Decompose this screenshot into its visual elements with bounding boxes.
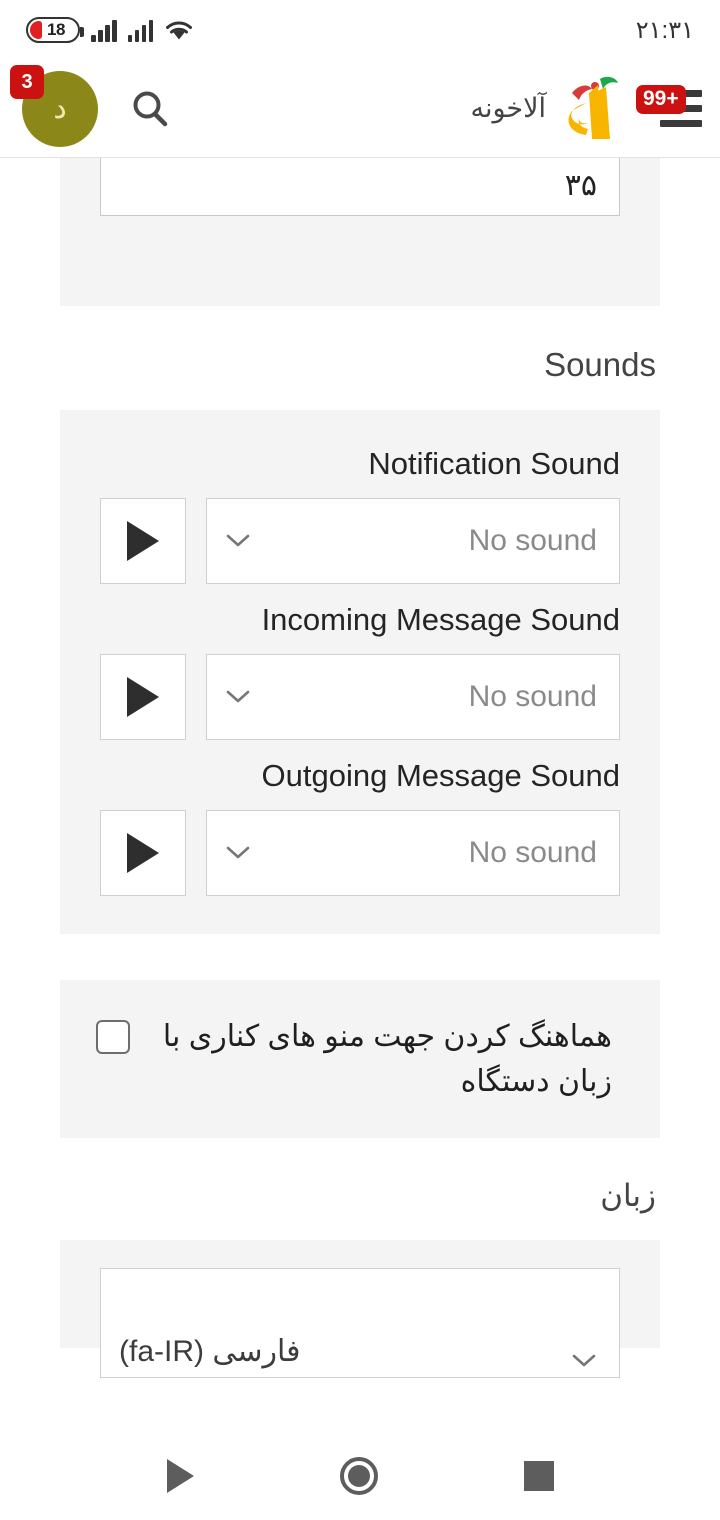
chevron-down-icon [571, 1353, 597, 1369]
numeric-field-value: ۳۵ [564, 169, 597, 202]
sounds-card: Notification Sound No sound Incoming Mes… [60, 410, 660, 934]
app-logo-icon[interactable] [562, 73, 624, 145]
android-navigation-bar [0, 1432, 720, 1520]
avatar-notification-badge: 3 [10, 64, 44, 99]
sound-label: Notification Sound [368, 446, 620, 481]
numeric-field[interactable]: ۳۵ [100, 158, 620, 216]
language-card: فارسی (fa-IR) [60, 1240, 660, 1378]
status-bar: 18 ۲۱:۳۱ [0, 0, 720, 60]
header-right-group: +99 آلاخونه [470, 73, 702, 145]
search-icon[interactable] [124, 83, 176, 135]
play-icon[interactable] [100, 654, 186, 740]
sound-controls: No sound [100, 498, 620, 584]
sync-menu-direction-checkbox[interactable] [96, 1020, 130, 1054]
sound-controls: No sound [100, 654, 620, 740]
back-triangle-icon[interactable] [166, 1459, 194, 1493]
play-icon[interactable] [100, 810, 186, 896]
select-value: No sound [468, 524, 597, 557]
sound-row-outgoing: Outgoing Message Sound No sound [100, 744, 620, 896]
sound-controls: No sound [100, 810, 620, 896]
wifi-icon [164, 18, 194, 42]
avatar[interactable]: د 3 [10, 64, 98, 147]
outgoing-message-sound-select[interactable]: No sound [206, 810, 620, 896]
menu-notification-badge: +99 [636, 84, 686, 114]
chevron-down-icon [225, 533, 251, 549]
settings-content: ۳۵ Sounds Notification Sound No sound In… [0, 158, 720, 1520]
battery-level-label: 18 [47, 20, 65, 39]
sound-row-notification: Notification Sound No sound [100, 432, 620, 584]
battery-icon: 18 [26, 17, 84, 43]
incoming-message-sound-select[interactable]: No sound [206, 654, 620, 740]
status-bar-clock: ۲۱:۳۱ [635, 16, 694, 44]
status-bar-left-icons: 18 [26, 17, 194, 43]
sounds-section-title: Sounds [544, 346, 656, 383]
sound-row-incoming: Incoming Message Sound No sound [100, 588, 620, 740]
language-select[interactable]: فارسی (fa-IR) [100, 1268, 620, 1378]
select-value: No sound [468, 836, 597, 869]
phone-screen: 18 ۲۱:۳۱ +99 آلاخونه د 3 ۳۵ Sounds Notif… [0, 0, 720, 1520]
language-section-title: زبان [600, 1178, 656, 1213]
sound-label: Incoming Message Sound [261, 602, 620, 637]
signal-bars-sim2-icon [127, 18, 153, 42]
sync-menu-direction-label: هماهنگ کردن جهت منو های کناری با زبان دس… [162, 1020, 612, 1098]
app-header: +99 آلاخونه د 3 [0, 60, 720, 158]
select-value: No sound [468, 680, 597, 713]
recents-square-icon[interactable] [523, 1461, 554, 1491]
chevron-down-icon [225, 689, 251, 705]
sound-label: Outgoing Message Sound [261, 758, 620, 793]
header-left-group: د 3 [10, 64, 176, 147]
page-title: آلاخونه [470, 93, 546, 123]
play-icon[interactable] [100, 498, 186, 584]
sync-menu-direction-card[interactable]: هماهنگ کردن جهت منو های کناری با زبان دس… [60, 980, 660, 1138]
notification-sound-select[interactable]: No sound [206, 498, 620, 584]
home-circle-icon[interactable] [339, 1457, 378, 1495]
chevron-down-icon [225, 845, 251, 861]
top-partial-card: ۳۵ [60, 158, 660, 306]
signal-bars-sim1-icon [91, 18, 117, 42]
hamburger-menu-icon[interactable]: +99 [636, 83, 702, 135]
language-select-value: فارسی (fa-IR) [119, 1335, 301, 1368]
